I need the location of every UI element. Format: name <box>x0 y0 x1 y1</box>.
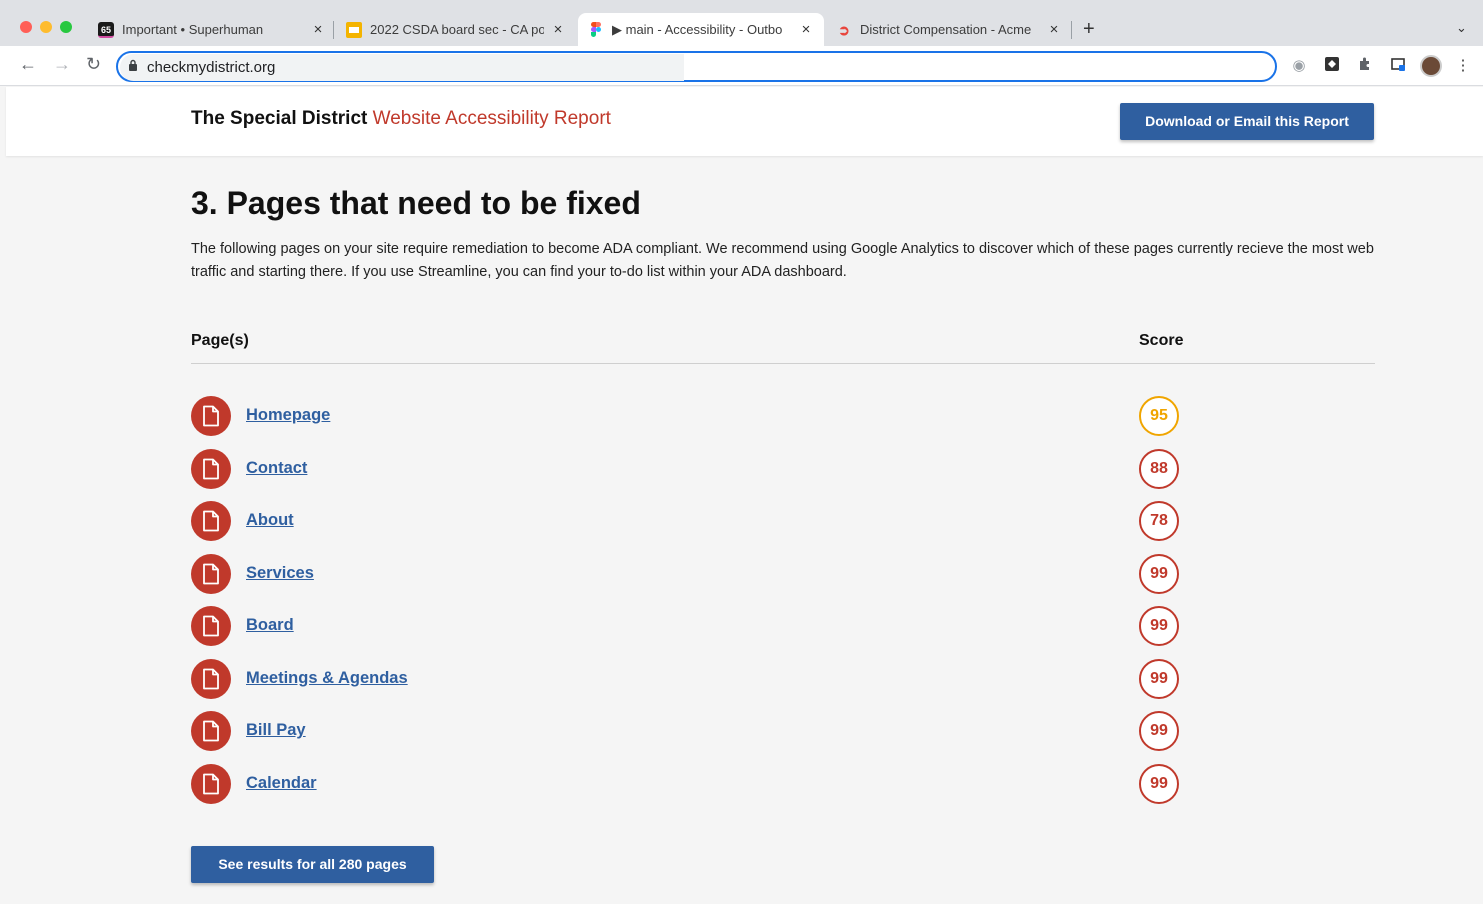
tab-label: District Compensation - Acme <box>860 22 1032 37</box>
score-badge: 99 <box>1139 553 1179 594</box>
slides-icon <box>346 21 362 38</box>
tab-label: Important • Superhuman <box>122 22 264 37</box>
document-icon <box>191 658 231 699</box>
see-all-results-button[interactable]: See results for all 280 pages <box>191 846 434 883</box>
document-icon <box>191 501 231 541</box>
site-header: The Special District Website Accessibili… <box>6 87 1483 156</box>
page-link[interactable]: Bill Pay <box>246 721 306 740</box>
doordash-icon: ➲ <box>838 21 850 38</box>
download-report-button[interactable]: Download or Email this Report <box>1120 103 1374 140</box>
close-icon[interactable]: × <box>1046 21 1062 38</box>
window-minimize-button[interactable] <box>40 21 52 33</box>
score-badge: 99 <box>1139 606 1179 646</box>
tab-separator <box>333 21 334 39</box>
table-row: About 78 <box>191 501 1191 541</box>
score-badge: 88 <box>1139 448 1179 489</box>
back-arrow-icon[interactable]: ← <box>19 54 37 75</box>
tab-superhuman[interactable]: 65 Important • Superhuman × <box>88 13 336 46</box>
google-lens-icon[interactable]: ◉ <box>1289 56 1309 76</box>
document-icon <box>191 606 231 646</box>
page-link[interactable]: Services <box>246 564 314 583</box>
tab-acme[interactable]: ➲ District Compensation - Acme × <box>826 13 1072 46</box>
chevron-down-icon[interactable]: ⌄ <box>1456 20 1467 36</box>
tab-figma[interactable]: ▶ main - Accessibility - Outbo × <box>578 13 824 46</box>
extension-icon[interactable] <box>1322 56 1342 76</box>
profile-avatar[interactable] <box>1420 55 1442 77</box>
close-icon[interactable]: × <box>550 21 566 38</box>
url-text: checkmydistrict.org <box>147 59 276 76</box>
page-link[interactable]: Meetings & Agendas <box>246 669 408 688</box>
close-icon[interactable]: × <box>798 21 814 38</box>
window-zoom-button[interactable] <box>60 21 72 33</box>
score-badge: 99 <box>1139 711 1179 751</box>
lock-icon[interactable] <box>128 59 138 74</box>
figma-icon <box>588 21 604 38</box>
header-divider <box>191 363 1375 364</box>
sidepanel-icon[interactable] <box>1388 56 1408 76</box>
kebab-menu-icon[interactable]: ⋮ <box>1453 56 1473 76</box>
document-icon <box>191 553 231 594</box>
document-icon <box>191 396 231 436</box>
brand-red: Website Accessibility Report <box>372 108 611 129</box>
reload-icon[interactable]: ↻ <box>86 54 101 75</box>
score-badge: 78 <box>1139 501 1179 541</box>
puzzle-icon[interactable] <box>1355 56 1375 76</box>
brand-bold: The Special District <box>191 108 368 129</box>
table-row: Contact 88 <box>191 448 1191 489</box>
page-link[interactable]: About <box>246 511 294 530</box>
score-badge: 95 <box>1139 396 1179 436</box>
section-title: 3. Pages that need to be fixed <box>191 185 641 221</box>
document-icon <box>191 763 231 804</box>
table-row: Calendar 99 <box>191 763 1191 804</box>
table-row: Services 99 <box>191 553 1191 594</box>
close-icon[interactable]: × <box>310 21 326 38</box>
brand-title: The Special District Website Accessibili… <box>191 108 611 130</box>
column-header-score: Score <box>1139 332 1184 349</box>
page-link[interactable]: Contact <box>246 459 307 478</box>
page-link[interactable]: Homepage <box>246 406 330 425</box>
document-icon <box>191 448 231 489</box>
forward-arrow-icon[interactable]: → <box>53 54 71 75</box>
table-row: Meetings & Agendas 99 <box>191 658 1191 699</box>
tab-label: ▶ main - Accessibility - Outbo <box>612 21 783 37</box>
table-row: Board 99 <box>191 606 1191 646</box>
browser-toolbar: ← → ↻ checkmydistrict.org ◉ ⋮ <box>0 46 1483 86</box>
tab-separator <box>1071 21 1072 39</box>
document-icon <box>191 711 231 751</box>
score-badge: 99 <box>1139 763 1179 804</box>
page-link[interactable]: Board <box>246 616 294 635</box>
browser-tab-bar: 65 Important • Superhuman × 2022 CSDA bo… <box>0 0 1483 46</box>
table-row: Bill Pay 99 <box>191 711 1191 751</box>
address-bar[interactable]: checkmydistrict.org <box>116 51 1277 82</box>
score-badge: 99 <box>1139 658 1179 699</box>
table-row: Homepage 95 <box>191 396 1191 436</box>
window-close-button[interactable] <box>20 21 32 33</box>
tab-label: 2022 CSDA board sec - CA po <box>370 22 544 37</box>
page-link[interactable]: Calendar <box>246 774 317 793</box>
superhuman-icon: 65 <box>98 21 114 38</box>
section-intro: The following pages on your site require… <box>191 241 1374 280</box>
tab-slides[interactable]: 2022 CSDA board sec - CA po × <box>336 13 576 46</box>
new-tab-button[interactable]: + <box>1083 18 1095 41</box>
column-header-pages: Page(s) <box>191 332 249 349</box>
page-viewport: The Special District Website Accessibili… <box>6 87 1483 904</box>
